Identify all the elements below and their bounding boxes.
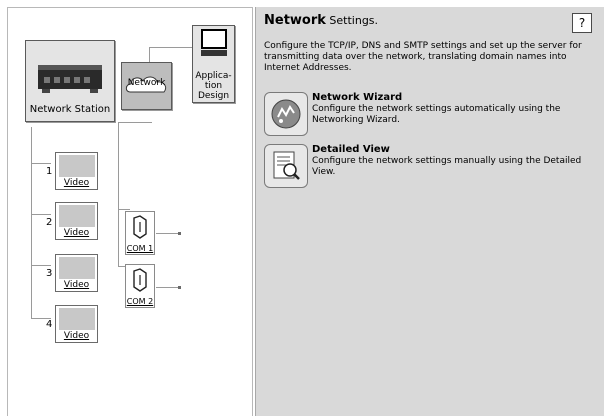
video-camera-button[interactable]: Video [55, 152, 98, 190]
camera-icon [59, 308, 95, 330]
network-tree-panel: Network Station Network Applica- tion De… [7, 7, 253, 416]
video-label: Video [63, 228, 90, 238]
intro-text: Configure the TCP/IP, DNS and SMTP setti… [264, 41, 582, 73]
video-camera-button[interactable]: Video [55, 202, 98, 240]
application-design-label: Applica- tion Design [195, 71, 232, 101]
network-wizard-description: Configure the network settings automatic… [312, 104, 561, 125]
network-station-label: Network Station [29, 104, 111, 115]
page-title: Network Settings. [264, 13, 379, 28]
detailed-view-description: Configure the network settings manually … [312, 156, 582, 177]
network-label: Network [127, 78, 166, 88]
connector-line [31, 127, 32, 319]
com-port-label: COM 1 [126, 244, 154, 253]
connector-line [31, 163, 51, 164]
detailed-view-option[interactable]: Detailed View Configure the network sett… [264, 144, 594, 190]
connector-line [31, 265, 51, 266]
com-port-label: COM 2 [126, 297, 154, 306]
camera-number: 2 [46, 217, 53, 228]
connector-line [118, 209, 130, 210]
serial-port-icon [133, 215, 147, 239]
serial-port-icon [133, 268, 147, 292]
video-label: Video [63, 178, 90, 188]
network-settings-panel: Network Settings. ? Configure the TCP/IP… [255, 7, 604, 416]
network-wizard-option[interactable]: Network Wizard Configure the network set… [264, 92, 594, 138]
network-button[interactable]: Network [121, 62, 172, 110]
connector-line [118, 122, 119, 267]
camera-icon [59, 257, 95, 279]
camera-number: 4 [46, 319, 53, 330]
video-camera-button[interactable]: Video [55, 254, 98, 292]
camera-icon [59, 205, 95, 227]
wizard-globe-icon[interactable] [264, 92, 308, 136]
com-port-button[interactable]: COM 1 [125, 211, 155, 255]
connector-line [31, 214, 51, 215]
computer-icon [201, 29, 227, 56]
connector-end [178, 232, 181, 235]
camera-number: 3 [46, 268, 53, 279]
connector-line [156, 233, 178, 234]
magnifier-list-icon[interactable] [264, 144, 308, 188]
help-button[interactable]: ? [572, 13, 592, 33]
connector-line [118, 122, 152, 123]
detailed-view-title: Detailed View [312, 144, 390, 155]
camera-number: 1 [46, 166, 53, 177]
com-port-button[interactable]: COM 2 [125, 264, 155, 308]
video-label: Video [63, 280, 90, 290]
camera-icon [59, 155, 95, 177]
network-wizard-title: Network Wizard [312, 92, 403, 103]
connector-end [178, 286, 181, 289]
connector-line [156, 287, 178, 288]
network-station-button[interactable]: Network Station [25, 40, 115, 122]
video-label: Video [63, 331, 90, 341]
video-camera-button[interactable]: Video [55, 305, 98, 343]
application-design-button[interactable]: Applica- tion Design [192, 25, 235, 103]
server-icon [38, 65, 102, 93]
